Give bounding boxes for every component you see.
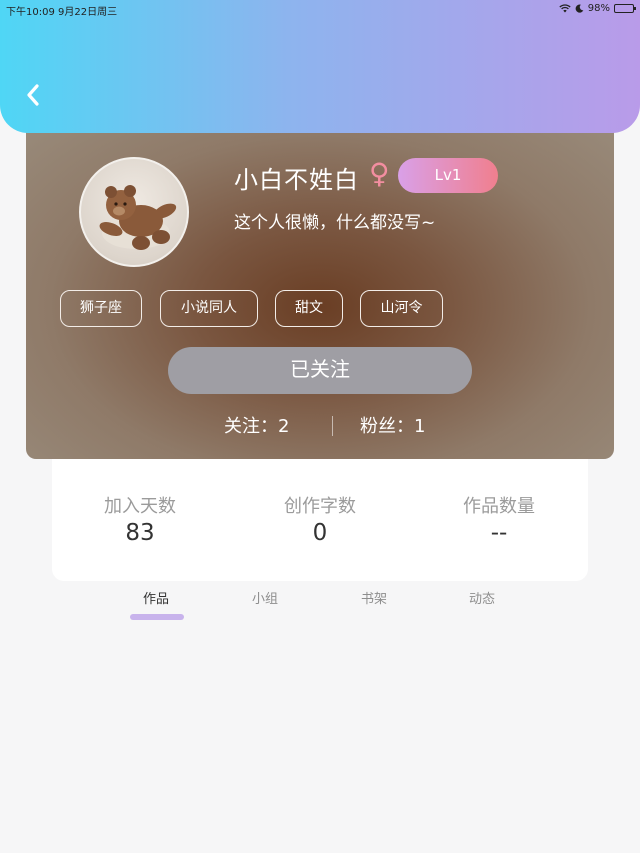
fans-count[interactable]: 粉丝：1 [360,412,425,438]
tab-groups[interactable]: 小组 [235,588,295,607]
tag-item[interactable]: 山河令 [360,290,443,327]
chevron-left-icon [27,84,39,106]
stat-join-days: 加入天数 83 [70,492,210,546]
tab-works[interactable]: 作品 [126,588,186,607]
teddy-bear-image [99,185,177,250]
tab-activity[interactable]: 动态 [452,588,512,607]
tab-bookshelf[interactable]: 书架 [344,588,404,607]
female-icon: ♀ [369,157,390,190]
stat-label: 作品数量 [463,496,535,517]
tag-item[interactable]: 小说同人 [160,290,258,327]
battery-icon [614,4,636,13]
stat-label: 创作字数 [284,496,356,517]
follow-button[interactable]: 已关注 [168,347,472,394]
avatar[interactable] [79,157,189,267]
content-tabs: 作品 小组 书架 动态 [0,586,640,626]
social-stats: 关注：2 粉丝：1 [26,412,614,442]
status-bar: 下午10:09 9月22日周三 98% [0,0,640,18]
stats-card: 加入天数 83 创作字数 0 作品数量 -- [52,459,588,581]
tag-item[interactable]: 狮子座 [60,290,142,327]
user-name: 小白不姓白 [234,166,359,194]
stat-word-count: 创作字数 0 [250,492,390,546]
status-time-date: 下午10:09 9月22日周三 [6,7,118,18]
stat-value: 83 [125,520,155,546]
tag-item[interactable]: 甜文 [275,290,343,327]
stat-value: 0 [312,520,328,546]
stat-label: 加入天数 [104,496,176,517]
battery-percent: 98% [587,3,610,14]
user-bio: 这个人很懒，什么都没写~ [234,213,436,233]
back-button[interactable] [18,80,48,110]
level-badge: Lv1 [398,158,498,193]
profile-header: 下午10:09 9月22日周三 98% [0,0,640,133]
profile-card: 小白不姓白 ♀ Lv1 这个人很懒，什么都没写~ 狮子座 小说同人 甜文 山河令… [26,120,614,459]
stat-value: -- [490,520,508,546]
stat-works-count: 作品数量 -- [429,492,569,546]
active-tab-indicator [130,614,184,620]
stats-divider [332,416,333,436]
following-count[interactable]: 关注：2 [224,412,289,438]
status-right: 98% [559,3,636,14]
moon-icon [575,4,584,13]
wifi-icon [559,4,571,13]
